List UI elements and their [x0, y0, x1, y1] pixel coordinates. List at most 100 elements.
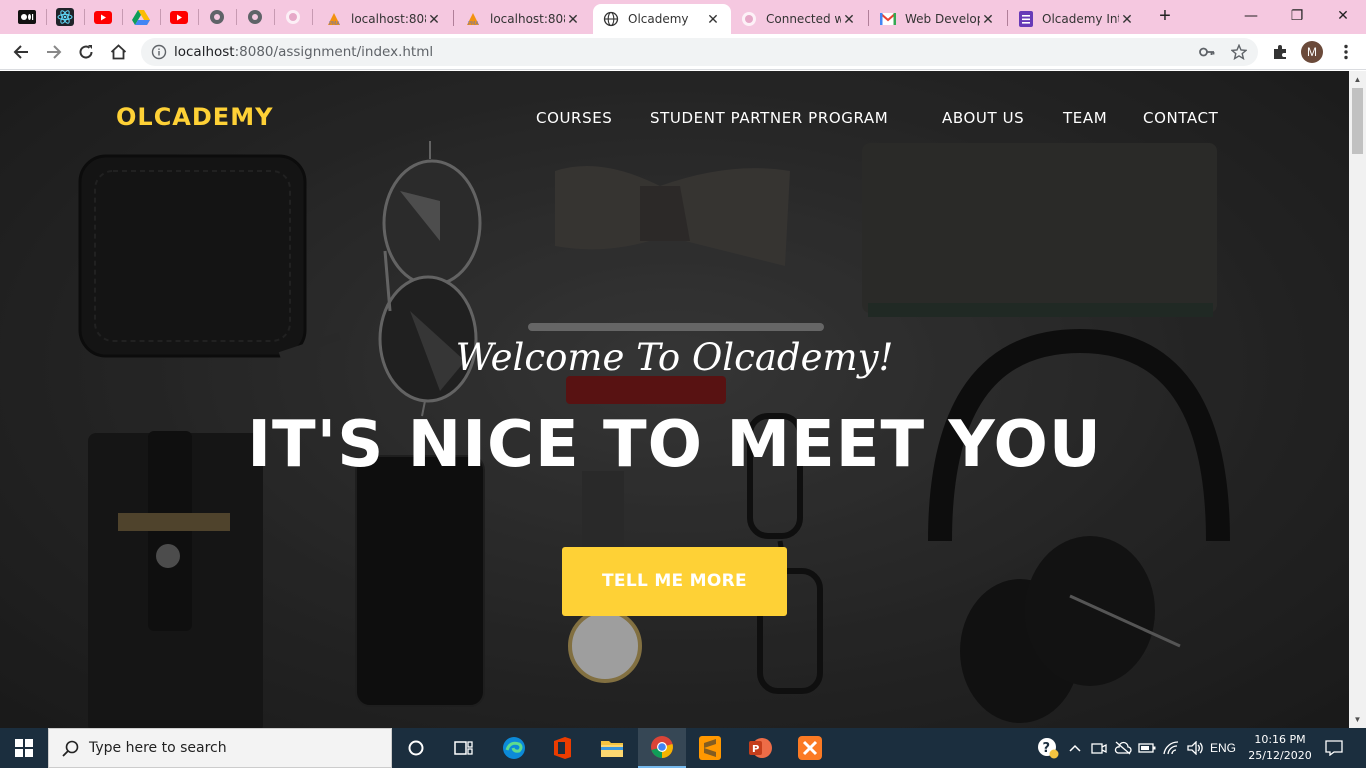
nav-team[interactable]: TEAM — [1063, 109, 1107, 127]
tell-me-more-button[interactable]: TELL ME MORE — [562, 547, 787, 616]
task-view-button[interactable] — [440, 728, 488, 768]
key-icon[interactable] — [1199, 45, 1215, 59]
windows-taskbar: Type here to search P ? ENG 10:16 PM 25/… — [0, 728, 1366, 768]
phpmyadmin-icon: PMA — [467, 13, 479, 26]
office-taskbar-button[interactable] — [538, 728, 586, 768]
edge-taskbar-button[interactable] — [490, 728, 538, 768]
input-language[interactable]: ENG — [1208, 728, 1238, 768]
minimize-button[interactable]: — — [1228, 0, 1274, 32]
scroll-up-arrow-icon[interactable]: ▲ — [1349, 71, 1366, 88]
network-tray-icon[interactable] — [1161, 728, 1183, 768]
tab-web-develop[interactable]: Web Develop ✕ — [870, 4, 1006, 34]
globe-icon — [248, 10, 262, 24]
menu-button[interactable] — [1332, 38, 1360, 66]
pinned-tab-globe-2[interactable] — [242, 5, 268, 29]
svg-text:?: ? — [1043, 741, 1051, 756]
notifications-button[interactable] — [1318, 728, 1350, 768]
nav-courses[interactable]: COURSES — [536, 109, 612, 127]
help-tray-icon[interactable]: ? — [1035, 728, 1061, 768]
close-tab-icon[interactable]: ✕ — [980, 11, 996, 28]
taskbar-search-box[interactable]: Type here to search — [48, 728, 392, 768]
youtube-icon — [94, 10, 112, 24]
pinned-tab-globe-1[interactable] — [204, 5, 230, 29]
reload-button[interactable] — [72, 38, 100, 66]
close-tab-icon[interactable]: ✕ — [705, 11, 721, 28]
windows-logo-icon — [15, 739, 33, 757]
tab-olcademy-forms[interactable]: Olcademy Inte ✕ — [1009, 4, 1145, 34]
scrollbar-thumb[interactable] — [1352, 88, 1363, 154]
sublime-text-icon — [699, 736, 721, 760]
browser-toolbar: localhost:8080/assignment/index.html — [0, 34, 1366, 70]
pinned-tab-github[interactable] — [280, 5, 306, 29]
profile-avatar[interactable]: M — [1301, 41, 1323, 63]
star-icon[interactable] — [1231, 44, 1247, 60]
pinned-tab-youtube-2[interactable] — [166, 5, 192, 29]
sublime-taskbar-button[interactable] — [686, 728, 734, 768]
tab-title: localhost:8080 — [490, 12, 565, 26]
puzzle-icon — [1274, 45, 1286, 59]
phpmyadmin-icon: PMA — [328, 13, 340, 26]
new-tab-button[interactable]: + — [1154, 6, 1176, 28]
tab-olcademy[interactable]: Olcademy ✕ — [593, 4, 731, 34]
tab-title: Olcademy — [628, 12, 689, 26]
powerpoint-taskbar-button[interactable]: P — [736, 728, 784, 768]
close-tab-icon[interactable]: ✕ — [426, 11, 442, 28]
globe-icon — [210, 10, 224, 24]
volume-tray-icon[interactable] — [1185, 728, 1207, 768]
back-button[interactable] — [7, 38, 35, 66]
scroll-down-arrow-icon[interactable]: ▼ — [1349, 711, 1366, 728]
chevron-up-icon — [1069, 744, 1081, 752]
battery-tray-icon[interactable] — [1137, 728, 1157, 768]
xampp-taskbar-button[interactable] — [786, 728, 834, 768]
extensions-button[interactable] — [1266, 38, 1294, 66]
chrome-icon — [651, 736, 673, 758]
start-button[interactable] — [0, 728, 48, 768]
youtube-icon — [170, 10, 188, 24]
cortana-button[interactable] — [392, 728, 440, 768]
nav-about-us[interactable]: ABOUT US — [942, 109, 1024, 127]
address-bar[interactable]: localhost:8080/assignment/index.html — [141, 38, 1258, 66]
close-tab-icon[interactable]: ✕ — [1119, 11, 1135, 28]
medium-icon — [18, 10, 36, 24]
tab-localhost-2[interactable]: PMA localhost:8080 ✕ — [455, 4, 591, 34]
arrow-right-icon — [47, 45, 62, 59]
site-logo[interactable]: OLCADEMY — [116, 103, 273, 131]
welcome-heading: Welcome To Olcademy! — [455, 336, 894, 379]
url-path: :8080/assignment/index.html — [234, 44, 434, 60]
tab-title: Olcademy Inte — [1042, 12, 1119, 26]
close-tab-icon[interactable]: ✕ — [841, 11, 857, 28]
svg-text:PMA: PMA — [468, 21, 479, 26]
tab-title: Web Develop — [905, 12, 980, 26]
clock-date: 25/12/2020 — [1248, 749, 1312, 762]
pinned-tab-react[interactable] — [52, 5, 78, 29]
close-tab-icon[interactable]: ✕ — [565, 11, 581, 28]
meet-now-tray-icon[interactable] — [1089, 728, 1109, 768]
show-hidden-icons[interactable] — [1066, 728, 1084, 768]
page-scrollbar[interactable]: ▲ ▼ — [1349, 71, 1366, 728]
tab-github-connected[interactable]: Connected wi ✕ — [731, 4, 867, 34]
forward-button[interactable] — [40, 38, 68, 66]
reload-icon — [79, 45, 93, 59]
pinned-tab-drive[interactable] — [128, 5, 154, 29]
tab-localhost-1[interactable]: PMA localhost:8080 ✕ — [316, 4, 452, 34]
file-explorer-taskbar-button[interactable] — [588, 728, 636, 768]
clock-time: 10:16 PM — [1254, 733, 1306, 746]
taskbar-clock[interactable]: 10:16 PM 25/12/2020 — [1240, 732, 1320, 764]
nav-student-partner-program[interactable]: STUDENT PARTNER PROGRAM — [650, 109, 888, 127]
tab-title: localhost:8080 — [351, 12, 426, 26]
close-window-button[interactable]: ✕ — [1320, 0, 1366, 32]
folder-icon — [601, 741, 623, 757]
browser-tab-strip: PMA localhost:8080 ✕ PMA localhost:8080 … — [0, 0, 1366, 34]
svg-text:P: P — [752, 744, 759, 755]
gmail-icon — [880, 13, 896, 25]
home-button[interactable] — [104, 38, 132, 66]
nav-contact[interactable]: CONTACT — [1143, 109, 1218, 127]
cloud-tray-icon[interactable] — [1112, 728, 1134, 768]
pinned-tab-medium[interactable] — [14, 5, 40, 29]
pinned-tab-youtube[interactable] — [90, 5, 116, 29]
info-icon[interactable] — [151, 44, 167, 60]
chrome-taskbar-button[interactable] — [638, 728, 686, 768]
url-text: localhost:8080/assignment/index.html — [174, 44, 433, 60]
cloud-offline-icon — [1114, 741, 1132, 755]
restore-button[interactable]: ❐ — [1274, 0, 1320, 32]
